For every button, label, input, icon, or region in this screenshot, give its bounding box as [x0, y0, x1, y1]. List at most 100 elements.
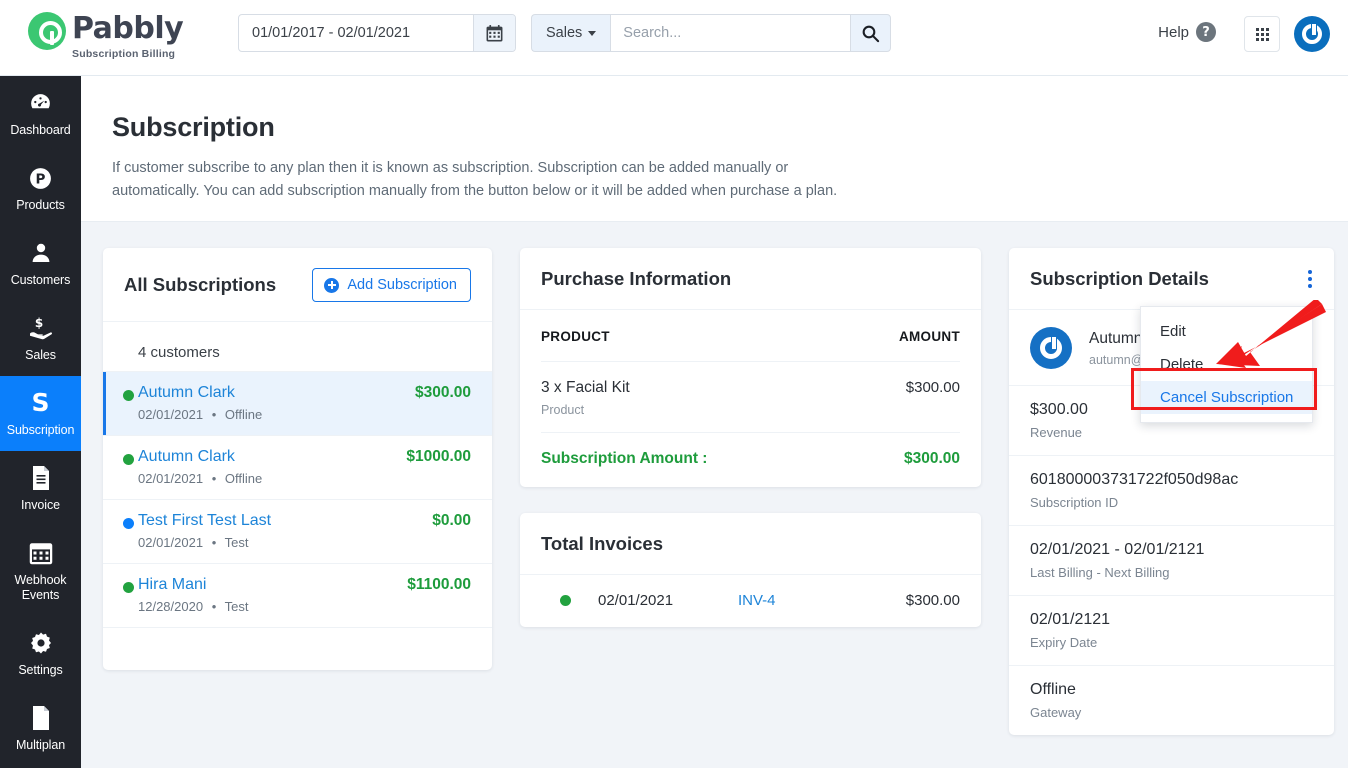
middle-column: Purchase Information PRODUCT AMOUNT 3 x … [520, 248, 981, 627]
all-subscriptions-column: All Subscriptions Add Subscription 4 cus… [103, 248, 492, 670]
subscription-amount: $0.00 [432, 512, 471, 529]
all-subscriptions-title: All Subscriptions [124, 274, 277, 295]
sidebar-item-products[interactable]: P Products [0, 151, 81, 226]
subscription-amount-total-row: Subscription Amount : $300.00 [541, 432, 960, 487]
all-subscriptions-header: All Subscriptions Add Subscription [103, 248, 492, 322]
sidebar-item-label: Dashboard [10, 123, 71, 137]
search-scope-dropdown[interactable]: Sales [531, 14, 611, 52]
avatar [1030, 327, 1072, 369]
status-dot-icon [123, 518, 134, 529]
detail-value: 601800003731722f050d98ac [1030, 471, 1239, 488]
detail-item-gateway: Offline Gateway [1009, 665, 1334, 735]
app-root: Pabbly Subscription Billing 01/01/2017 -… [0, 0, 1348, 768]
subscription-method: Offline [224, 407, 263, 422]
sidebar-item-dashboard[interactable]: Dashboard [0, 76, 81, 151]
kebab-menu-icon[interactable] [1304, 268, 1316, 290]
subscription-list-item[interactable]: Autumn Clark $300.00 02/01/2021 • Offlin… [103, 371, 492, 435]
total-amount: $300.00 [903, 450, 960, 467]
customers-count: 4 customers [138, 344, 220, 361]
separator-dot: • [211, 471, 217, 486]
sidebar-item-sales[interactable]: $ Sales [0, 301, 81, 376]
subscription-customer-name[interactable]: Autumn Clark [138, 384, 235, 402]
column-header-product: PRODUCT [541, 329, 610, 344]
question-mark-icon: ? [1196, 22, 1216, 42]
sidebar-item-label: Customers [10, 273, 71, 287]
sidebar-item-label: Sales [25, 348, 56, 362]
status-dot-icon [123, 582, 134, 593]
search-scope-label: Sales [546, 25, 583, 41]
status-dot-icon [123, 454, 134, 465]
detail-value: Offline [1030, 681, 1076, 698]
avatar[interactable] [1294, 16, 1330, 52]
invoice-row[interactable]: 02/01/2021 INV-4 $300.00 [520, 575, 981, 627]
separator-dot: • [211, 535, 217, 550]
subscription-list-item[interactable]: Test First Test Last $0.00 02/01/2021 • … [103, 499, 492, 563]
sidebar-item-subscription[interactable]: S Subscription [0, 376, 81, 451]
sidebar-item-label: Subscription [6, 423, 75, 437]
subscription-date: 02/01/2021 [138, 535, 204, 550]
menu-item-cancel-subscription[interactable]: Cancel Subscription [1141, 381, 1312, 414]
invoice-number-link[interactable]: INV-4 [738, 592, 878, 609]
invoice-date: 02/01/2021 [598, 592, 674, 609]
subscription-customer-name[interactable]: Autumn Clark [138, 448, 235, 466]
table-row: 3 x Facial Kit Product $300.00 [541, 361, 960, 432]
svg-text:$: $ [34, 316, 42, 330]
date-range-value[interactable]: 01/01/2017 - 02/01/2021 [239, 25, 473, 41]
detail-label: Revenue [1030, 425, 1083, 440]
sidebar-item-webhook-events[interactable]: Webhook Events [0, 526, 81, 616]
detail-item-subscription-id: 601800003731722f050d98ac Subscription ID [1009, 455, 1334, 525]
subscription-actions-dropdown: Edit Delete Cancel Subscription [1140, 306, 1313, 423]
help-link[interactable]: Help ? [1158, 22, 1216, 42]
brand-text: Pabbly Subscription Billing [72, 12, 184, 61]
brand-logo[interactable]: Pabbly Subscription Billing [28, 12, 184, 61]
subscription-method: Test [224, 599, 249, 614]
status-dot-icon [123, 390, 134, 401]
subscription-list-item[interactable]: Hira Mani $1100.00 12/28/2020 • Test [103, 563, 492, 627]
chevron-down-icon [588, 30, 597, 36]
subscription-customer-name[interactable]: Test First Test Last [138, 512, 271, 530]
brand-tagline: Subscription Billing [72, 48, 176, 60]
menu-item-edit[interactable]: Edit [1141, 315, 1312, 348]
search-button[interactable] [850, 14, 892, 52]
calendar-icon[interactable] [473, 15, 515, 51]
grid-apps-icon [1255, 27, 1269, 41]
sidebar-item-invoice[interactable]: Invoice [0, 451, 81, 526]
person-icon [4, 240, 77, 266]
purchase-information-table: PRODUCT AMOUNT 3 x Facial Kit Product $3… [520, 310, 981, 487]
product-cell: 3 x Facial Kit Product [541, 379, 630, 417]
invoice-amount: $300.00 [905, 592, 960, 609]
subscription-details-title: Subscription Details [1030, 268, 1209, 289]
apps-grid-button[interactable] [1244, 16, 1280, 52]
detail-item-billing: 02/01/2021 - 02/01/2121 Last Billing - N… [1009, 525, 1334, 595]
search-group: Sales [531, 14, 892, 52]
add-subscription-button[interactable]: Add Subscription [312, 268, 471, 302]
purchase-information-card: Purchase Information PRODUCT AMOUNT 3 x … [520, 248, 981, 487]
detail-label: Subscription ID [1030, 495, 1119, 510]
subscription-details-header: Subscription Details [1009, 248, 1334, 310]
total-invoices-card: Total Invoices 02/01/2021 INV-4 $300.00 [520, 513, 981, 627]
user-power-icon [1302, 23, 1322, 44]
product-amount: $300.00 [905, 379, 960, 396]
list-footer-spacer [103, 627, 492, 670]
sidebar: Dashboard P Products Customers $ Sales S… [0, 76, 81, 768]
detail-label: Last Billing - Next Billing [1030, 565, 1170, 580]
subscription-customer-name[interactable]: Hira Mani [138, 576, 206, 594]
detail-item-expiry-date: 02/01/2121 Expiry Date [1009, 595, 1334, 665]
subscription-date: 02/01/2021 [138, 471, 204, 486]
date-range-picker[interactable]: 01/01/2017 - 02/01/2021 [238, 14, 516, 52]
sidebar-item-label: Webhook Events [14, 573, 67, 602]
add-subscription-label: Add Subscription [347, 277, 457, 293]
detail-label: Gateway [1030, 705, 1082, 720]
product-type: Product [541, 403, 585, 417]
sidebar-item-label: Products [16, 198, 65, 212]
subscription-date: 02/01/2021 [138, 407, 204, 422]
search-input[interactable] [610, 14, 851, 52]
sidebar-item-customers[interactable]: Customers [0, 226, 81, 301]
product-name: 3 x Facial Kit [541, 379, 630, 396]
menu-item-delete[interactable]: Delete [1141, 348, 1312, 381]
subscription-list-item[interactable]: Autumn Clark $1000.00 02/01/2021 • Offli… [103, 435, 492, 499]
sidebar-item-settings[interactable]: Settings [0, 616, 81, 691]
gear-icon [4, 630, 77, 656]
p-circle-icon: P [4, 165, 77, 191]
sidebar-item-multiplan[interactable]: Multiplan [0, 691, 81, 766]
